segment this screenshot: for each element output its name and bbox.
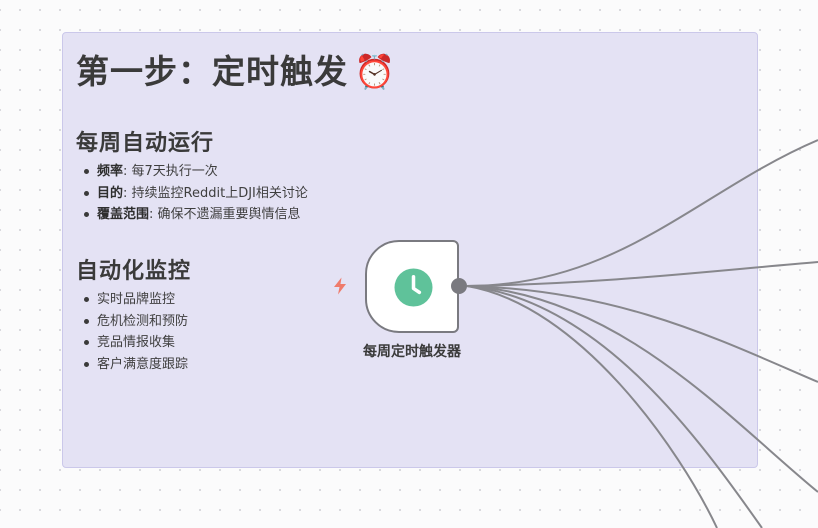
schedule-trigger-node[interactable]	[365, 240, 459, 333]
lightning-bolt-icon	[334, 277, 346, 295]
connection-line	[466, 139, 818, 287]
connection-line	[466, 285, 818, 383]
clock-icon	[394, 268, 433, 307]
workflow-canvas[interactable]: 第一步：定时触发 ⏰ 每周自动运行 频率: 每7天执行一次 目的: 持续监控Red…	[0, 0, 818, 528]
node-output-handle[interactable]	[451, 278, 467, 294]
connection-line	[466, 285, 763, 528]
connection-line	[466, 285, 818, 493]
connection-line	[466, 285, 718, 528]
trigger-node-label: 每周定时触发器	[363, 344, 461, 360]
